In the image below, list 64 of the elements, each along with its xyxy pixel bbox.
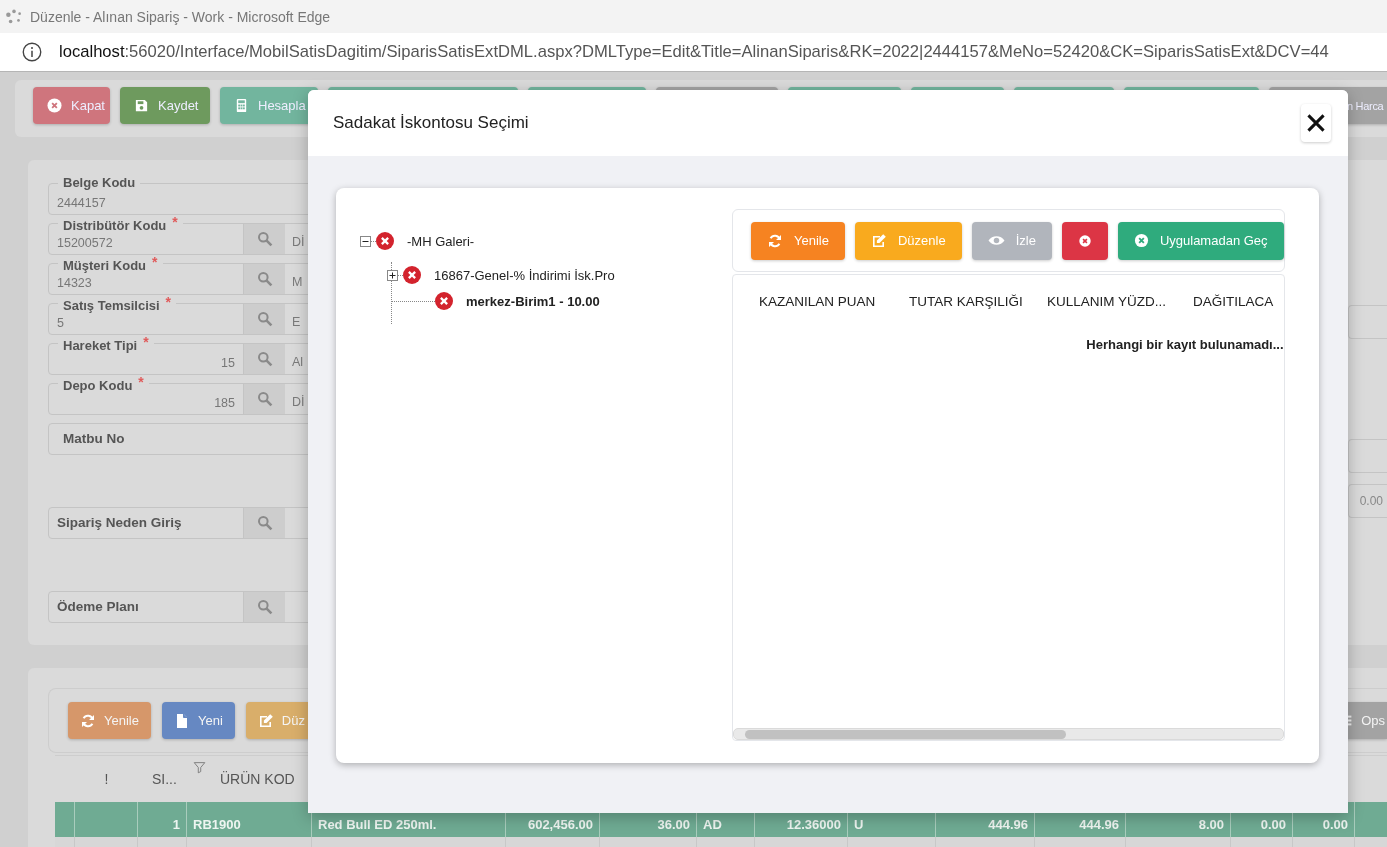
column-header[interactable]: SI... — [152, 771, 177, 787]
column-header[interactable]: TUTAR KARŞILIĞI — [909, 293, 1047, 309]
edit-icon — [257, 712, 274, 729]
column-header[interactable]: KAZANILAN PUAN — [759, 293, 909, 309]
column-header[interactable]: ÜRÜN KOD — [187, 756, 312, 802]
search-icon — [256, 391, 273, 407]
search-button[interactable] — [243, 304, 285, 334]
refresh-icon — [767, 232, 783, 249]
window-title: Düzenle - Alınan Sipariş - Work - Microsoft Edge — [30, 8, 331, 25]
tree-item[interactable]: -MH Galeri- — [407, 233, 475, 249]
collapse-icon[interactable] — [360, 235, 371, 247]
search-icon — [256, 231, 273, 247]
error-icon — [376, 232, 394, 250]
search-icon — [256, 311, 273, 327]
error-icon — [435, 292, 453, 310]
description-text: M — [292, 275, 303, 289]
dialog-title: Sadakat İskontosu Seçimi — [333, 113, 529, 133]
search-button[interactable] — [243, 264, 285, 294]
loading-icon — [5, 7, 23, 26]
description-text: Al — [292, 355, 304, 369]
search-icon — [256, 599, 273, 615]
search-button[interactable] — [243, 592, 285, 622]
toolbar-button[interactable]: Kapat — [33, 87, 110, 124]
field-label: Matbu No — [62, 430, 126, 448]
column-header[interactable]: DAĞITILACA — [1193, 293, 1283, 309]
error-icon — [403, 266, 421, 284]
close-icon — [1305, 112, 1327, 134]
field-value: 5 — [56, 315, 65, 332]
field-label: Sipariş Neden Giriş — [56, 514, 183, 532]
info-icon — [22, 42, 42, 62]
description-text: Dİ — [292, 395, 305, 409]
delete-button[interactable] — [1061, 221, 1108, 260]
address-field[interactable]: localhost:56020/Interface/MobilSatisDagitim/SiparisSatisExtDML.aspx?DMLType=Edit&Title=AlinanSiparis&RK=2022|2444157&MeNo=52420&CK=SiparisSatisExt&DCV=44 — [59, 42, 1329, 62]
field-label: Ödeme Planı — [56, 598, 140, 616]
close-circle-icon — [1077, 233, 1092, 248]
description-text: Dİ — [292, 235, 305, 249]
search-button[interactable] — [243, 224, 285, 254]
empty-message: Herhangi bir kayıt bulunamadı... — [1086, 337, 1284, 352]
column-header[interactable]: ! — [75, 756, 138, 802]
scrollbar[interactable] — [733, 728, 1284, 740]
description-text: E — [292, 315, 301, 329]
calculator-icon — [234, 98, 249, 113]
refresh-icon — [80, 712, 96, 729]
scrollbar-thumb[interactable] — [745, 729, 1066, 739]
close-circle-icon — [1133, 233, 1149, 248]
toolbar-button[interactable]: Uygulamadan Geç — [1117, 221, 1284, 260]
toolbar-button[interactable]: Kaydet — [120, 87, 210, 124]
edit-icon — [870, 232, 887, 249]
search-button[interactable] — [243, 384, 285, 414]
toolbar-button[interactable]: Yeni — [161, 702, 235, 739]
field-value: 15200572 — [56, 235, 114, 252]
field-value: 2444157 — [56, 195, 107, 212]
search-button[interactable] — [243, 344, 285, 374]
search-icon — [256, 351, 273, 367]
field-value: 14323 — [56, 275, 93, 292]
column-header[interactable]: KULLANIM YÜZD... — [1047, 293, 1193, 309]
field-value: 15 — [220, 355, 236, 372]
search-icon — [256, 515, 273, 531]
close-circle-icon — [47, 98, 62, 113]
expand-icon[interactable] — [387, 269, 398, 281]
search-icon — [256, 271, 273, 287]
field-label: Belge Kodu — [58, 175, 141, 190]
field-value: 185 — [213, 395, 236, 412]
search-button[interactable] — [243, 508, 285, 538]
